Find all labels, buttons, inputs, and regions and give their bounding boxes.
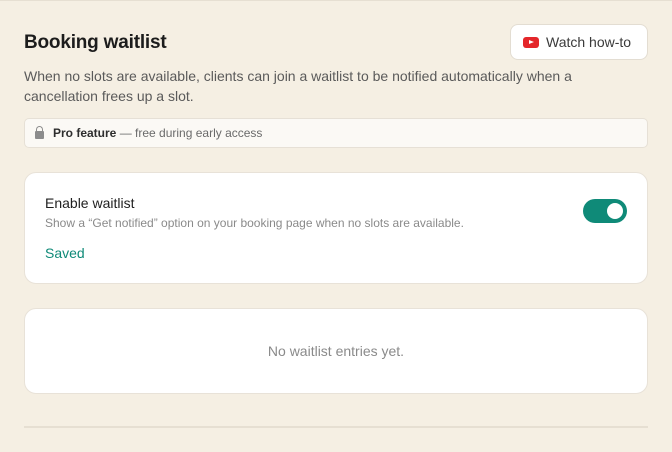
pro-feature-note: — free during early access <box>119 126 263 140</box>
saved-status: Saved <box>45 245 85 261</box>
page-title: Booking waitlist <box>24 32 167 53</box>
watch-how-to-label: Watch how-to <box>546 34 632 50</box>
pro-feature-label: Pro feature <box>53 126 117 140</box>
toggle-knob <box>607 203 623 219</box>
top-divider <box>0 0 672 1</box>
youtube-play-icon <box>523 36 539 48</box>
bottom-divider <box>24 426 648 428</box>
enable-waitlist-description: Show a “Get notified” option on your boo… <box>45 216 464 230</box>
page-header: Booking waitlist Watch how-to <box>24 24 648 62</box>
waitlist-settings-card: Enable waitlist Show a “Get notified” op… <box>24 172 648 284</box>
pro-feature-banner: Pro feature — free during early access <box>24 118 648 148</box>
page-description: When no slots are available, clients can… <box>24 68 572 104</box>
watch-how-to-button[interactable]: Watch how-to <box>510 24 648 60</box>
empty-state-text: No waitlist entries yet. <box>267 343 405 359</box>
enable-waitlist-title: Enable waitlist <box>45 195 135 211</box>
lock-icon <box>35 125 44 139</box>
waitlist-entries-card: No waitlist entries yet. <box>24 308 648 394</box>
enable-waitlist-toggle[interactable] <box>583 199 627 223</box>
